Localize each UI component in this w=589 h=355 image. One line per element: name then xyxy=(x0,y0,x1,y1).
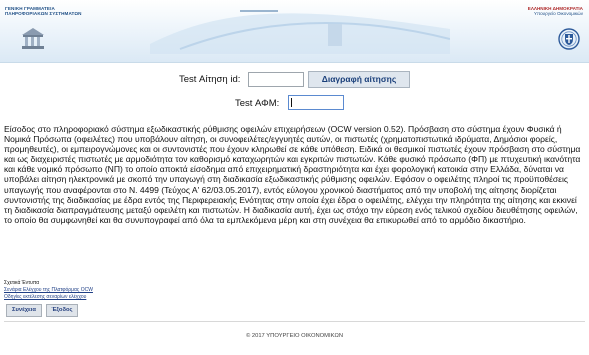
test-request-id-label: Test Αίτηση id: xyxy=(179,74,241,85)
test-afm-input[interactable] xyxy=(288,95,344,110)
greek-emblem-icon xyxy=(558,28,580,50)
footer-copyright: © 2017 ΥΠΟΥΡΓΕΙΟ ΟΙΚΟΝΟΜΙΚΩΝ xyxy=(245,333,344,339)
system-description: Είσοδος στο πληροφοριακό σύστημα εξωδικα… xyxy=(4,124,581,225)
continue-button[interactable]: Συνέχεια xyxy=(6,304,42,317)
ministry-right-title: ΕΛΛΗΝΙΚΗ ΔΗΜΟΚΡΑΤΙΑ Υπουργείο Οικονομικώ… xyxy=(528,6,583,16)
related-documents: Σχετικά Έντυπα Σενάρια Ελέγχου της Πλατφ… xyxy=(4,280,93,301)
related-documents-title: Σχετικά Έντυπα xyxy=(4,280,40,286)
footer-divider xyxy=(4,321,585,322)
link-ocw-test-scenarios[interactable]: Σενάρια Ελέγχου της Πλατφόρμας OCW xyxy=(4,287,93,294)
gsis-building-logo xyxy=(22,28,44,49)
org-left-line2: ΠΛΗΡΟΦΟΡΙΑΚΩΝ ΣΥΣΤΗΜΑΤΩΝ xyxy=(5,11,82,16)
ministry-left-title: ΓΕΝΙΚΗ ΓΡΑΜΜΑΤΕΙΑ ΠΛΗΡΟΦΟΡΙΑΚΩΝ ΣΥΣΤΗΜΑΤ… xyxy=(5,6,82,16)
text-cursor xyxy=(291,98,292,107)
test-request-id-input[interactable] xyxy=(248,72,304,87)
link-test-scenario-instructions[interactable]: Οδηγίες εκτέλεσης σεναρίων ελέγχου xyxy=(4,294,93,301)
page-header: ΓΕΝΙΚΗ ΓΡΑΜΜΑΤΕΙΑ ΠΛΗΡΟΦΟΡΙΑΚΩΝ ΣΥΣΤΗΜΑΤ… xyxy=(0,0,589,63)
test-afm-label: Test ΑΦΜ: xyxy=(235,98,280,109)
header-wave-graphic xyxy=(150,10,450,54)
org-right-line2: Υπουργείο Οικονομικών xyxy=(533,11,583,16)
exit-button[interactable]: Έξοδος xyxy=(46,304,78,317)
delete-request-button[interactable]: Διαγραφή αίτησης xyxy=(308,71,410,88)
